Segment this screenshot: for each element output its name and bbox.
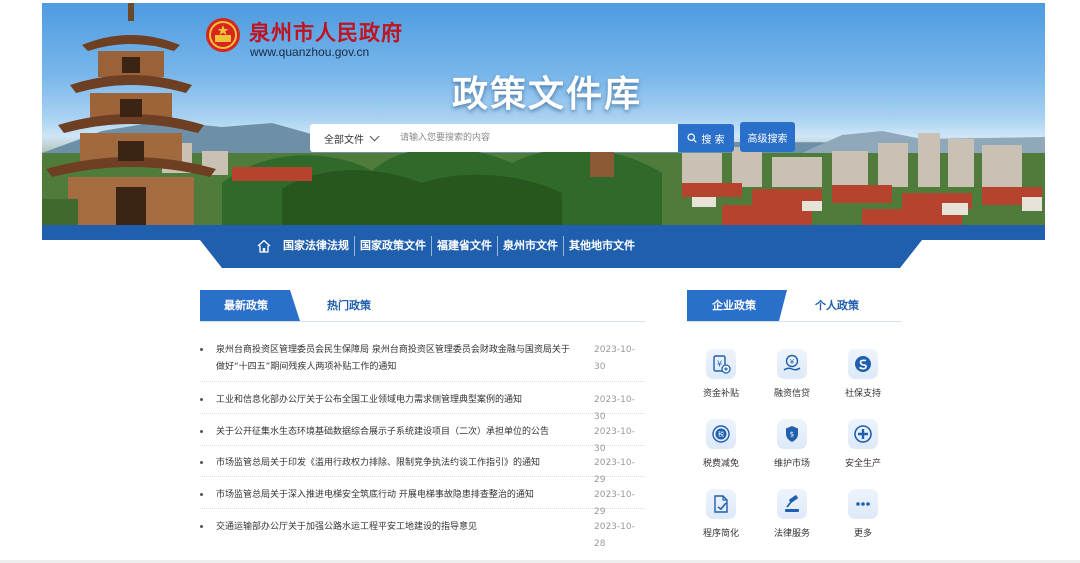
- tax-icon: 税: [706, 419, 736, 449]
- service-procedure[interactable]: 程序简化: [690, 489, 750, 549]
- news-title[interactable]: 泉州台商投资区管理委员会民生保障局 泉州台商投资区管理委员会财政金融与国资局关于…: [216, 342, 571, 376]
- category-nav: 国家法律法规 国家政策文件 福建省文件 泉州市文件 其他地市文件: [256, 228, 640, 264]
- svg-text:¥: ¥: [717, 360, 722, 369]
- svg-text:¥: ¥: [790, 358, 795, 366]
- news-item[interactable]: 工业和信息化部办公厅关于公布全国工业领域电力需求侧管理典型案例的通知 2023-…: [200, 392, 645, 422]
- news-title[interactable]: 市场监管总局关于印发《滥用行政权力排除、限制竞争执法约谈工作指引》的通知: [216, 455, 571, 472]
- site-title[interactable]: 泉州市人民政府: [249, 17, 403, 47]
- news-date: 2023-10-29: [594, 458, 635, 485]
- bullet: [200, 430, 203, 433]
- service-label: 社保支持: [844, 389, 881, 399]
- service-more[interactable]: 更多: [832, 489, 892, 549]
- bullet: [200, 525, 203, 528]
- home-icon[interactable]: [256, 238, 272, 254]
- bullet: [200, 348, 203, 351]
- subsidy-icon: ¥: [706, 349, 736, 379]
- search-bar: 全部文件: [310, 124, 678, 152]
- chevron-down-icon: [369, 131, 380, 141]
- service-safety[interactable]: 安全生产: [832, 419, 892, 479]
- news-date: 2023-10-28: [594, 522, 635, 549]
- service-market[interactable]: $ 维护市场: [761, 419, 821, 479]
- service-tax[interactable]: 税 税费减免: [690, 419, 750, 479]
- svg-text:税: 税: [718, 431, 724, 439]
- service-social-security[interactable]: 社保支持: [832, 349, 892, 409]
- procedure-icon: [706, 489, 736, 519]
- news-item[interactable]: 关于公开征集水生态环境基础数据综合展示子系统建设项目（二次）承担单位的公告 20…: [200, 424, 645, 454]
- service-label: 资金补贴: [702, 389, 739, 399]
- news-item[interactable]: 市场监管总局关于深入推进电梯安全筑底行动 开展电梯事故隐患排查整治的通知 202…: [200, 487, 645, 517]
- tab-latest-policies-label: 最新政策: [224, 299, 268, 312]
- service-label: 税费减免: [702, 459, 739, 469]
- news-item[interactable]: 市场监管总局关于印发《滥用行政权力排除、限制竞争执法约谈工作指引》的通知 202…: [200, 455, 645, 485]
- service-label: 法律服务: [773, 529, 810, 539]
- tab-latest-policies[interactable]: 最新政策: [200, 290, 300, 321]
- bullet: [200, 398, 203, 401]
- nav-item-national-laws[interactable]: 国家法律法规: [278, 228, 354, 264]
- legal-icon: [777, 489, 807, 519]
- tab-enterprise-policies[interactable]: 企业政策: [687, 290, 787, 321]
- page: 泉州市人民政府 www.quanzhou.gov.cn 政策文件库 全部文件 搜…: [0, 0, 1080, 563]
- nav-item-fujian-files[interactable]: 福建省文件: [432, 228, 497, 264]
- tab-enterprise-policies-label: 企业政策: [712, 299, 756, 312]
- advanced-search-button[interactable]: 高级搜索: [740, 122, 795, 152]
- service-label: 融资信贷: [773, 389, 810, 399]
- news-item[interactable]: 交通运输部办公厅关于加强公路水运工程平安工地建设的指导意见 2023-10-28: [200, 519, 645, 549]
- nav-item-national-policies[interactable]: 国家政策文件: [355, 228, 431, 264]
- service-label: 更多: [853, 529, 872, 539]
- library-title: 政策文件库: [452, 74, 643, 115]
- tab-personal-policies[interactable]: 个人政策: [815, 290, 859, 321]
- news-title[interactable]: 工业和信息化部办公厅关于公布全国工业领域电力需求侧管理典型案例的通知: [216, 392, 571, 409]
- svg-text:$: $: [790, 431, 794, 439]
- search-button-label: 搜 索: [701, 134, 725, 146]
- service-label: 维护市场: [773, 459, 810, 469]
- nav-item-quanzhou-files[interactable]: 泉州市文件: [498, 228, 563, 264]
- safety-icon: [848, 419, 878, 449]
- search-input[interactable]: [400, 124, 670, 152]
- news-date: 2023-10-30: [594, 395, 635, 422]
- more-icon: [848, 489, 878, 519]
- finance-icon: ¥: [777, 349, 807, 379]
- market-icon: $: [777, 419, 807, 449]
- news-title[interactable]: 市场监管总局关于深入推进电梯安全筑底行动 开展电梯事故隐患排查整治的通知: [216, 487, 571, 504]
- news-title[interactable]: 交通运输部办公厅关于加强公路水运工程平安工地建设的指导意见: [216, 519, 571, 536]
- search-icon: [687, 133, 698, 143]
- service-finance[interactable]: ¥ 融资信贷: [761, 349, 821, 409]
- service-subsidy[interactable]: ¥ 资金补贴: [690, 349, 750, 409]
- bullet: [200, 461, 203, 464]
- news-date: 2023-10-30: [594, 427, 635, 454]
- social-security-icon: [848, 349, 878, 379]
- search-button[interactable]: 搜 索: [678, 124, 734, 152]
- nav-item-other-city-files[interactable]: 其他地市文件: [564, 228, 640, 264]
- tab-popular-policies[interactable]: 热门政策: [327, 290, 371, 321]
- news-title[interactable]: 关于公开征集水生态环境基础数据综合展示子系统建设项目（二次）承担单位的公告: [216, 424, 571, 441]
- service-legal[interactable]: 法律服务: [761, 489, 821, 549]
- news-item[interactable]: 泉州台商投资区管理委员会民生保障局 泉州台商投资区管理委员会财政金融与国资局关于…: [200, 342, 645, 382]
- national-emblem-icon: [206, 18, 240, 52]
- bullet: [200, 493, 203, 496]
- service-label: 程序简化: [702, 529, 739, 539]
- policy-tabs: 最新政策 热门政策: [200, 290, 645, 322]
- news-date: 2023-10-30: [594, 345, 635, 372]
- service-tabs: 企业政策 个人政策: [687, 290, 902, 322]
- search-scope-label: 全部文件: [324, 134, 364, 146]
- site-url[interactable]: www.quanzhou.gov.cn: [250, 45, 369, 59]
- news-date: 2023-10-29: [594, 490, 635, 517]
- service-label: 安全生产: [844, 459, 881, 469]
- search-scope-dropdown[interactable]: 全部文件: [310, 124, 392, 152]
